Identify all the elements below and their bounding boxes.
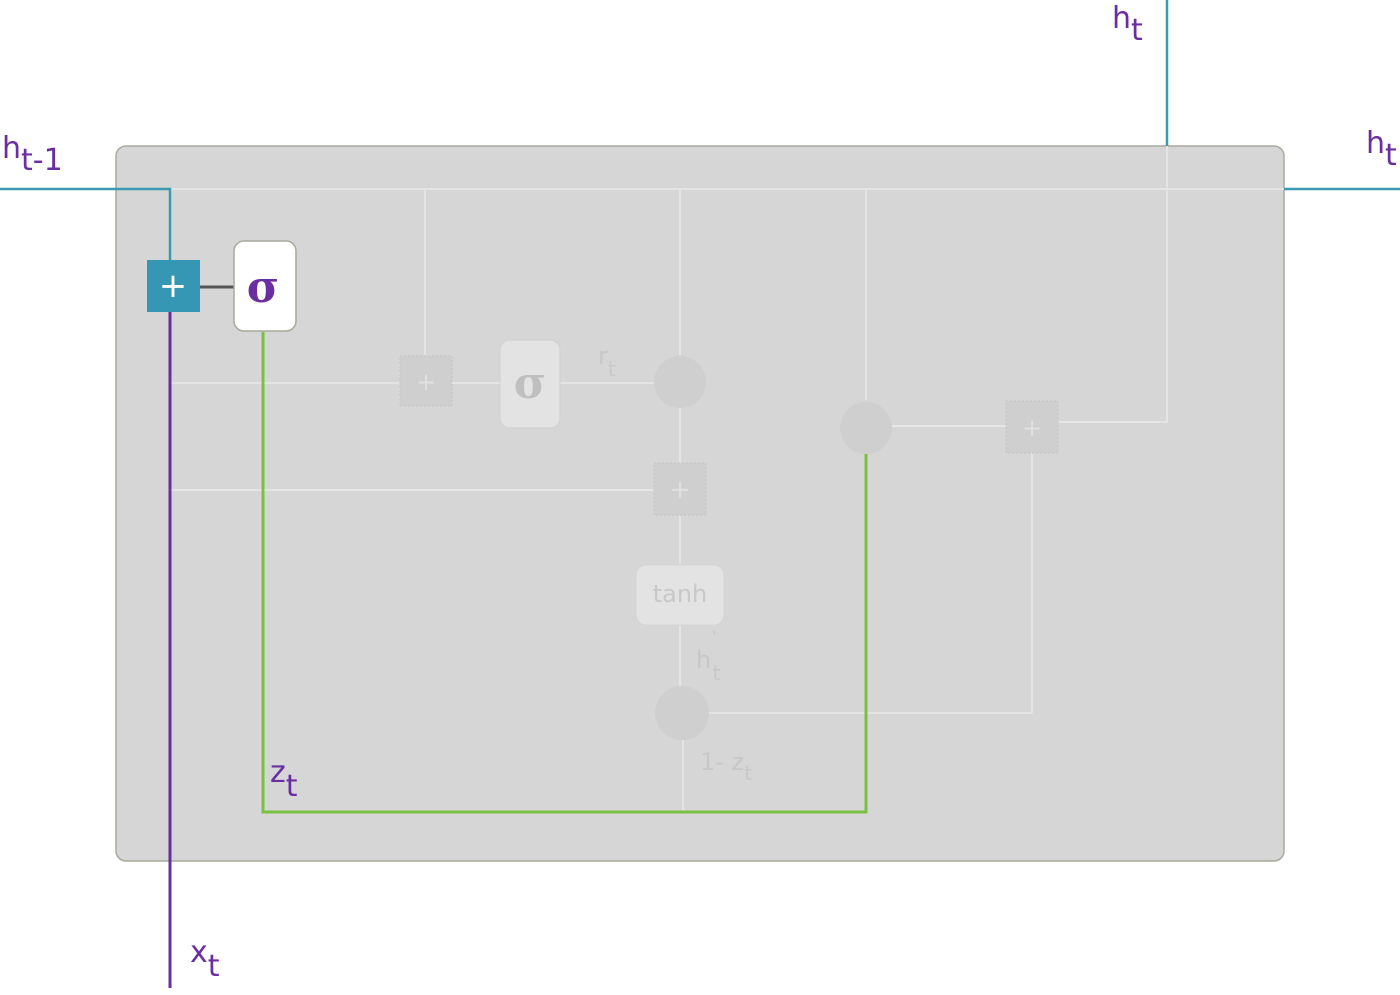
reset-concat-plus-text: + bbox=[416, 368, 436, 396]
h-out-right-label: ht bbox=[1366, 126, 1397, 173]
cand-mult-node bbox=[655, 686, 709, 740]
reset-gate-sigma: σ bbox=[514, 358, 546, 409]
out-plus-text: + bbox=[1022, 414, 1042, 442]
h-out-top-label: ht bbox=[1112, 1, 1143, 48]
x-input-label: xt bbox=[190, 935, 220, 984]
gru-diagram: + σ + tanh + rt h' t 1- zt + σ ht-1 ht h… bbox=[0, 0, 1400, 990]
out-mult-node bbox=[840, 402, 892, 454]
h-prev-label: ht-1 bbox=[2, 131, 63, 178]
update-gate-sigma: σ bbox=[247, 262, 279, 313]
concat-plus-text: + bbox=[159, 266, 188, 306]
reset-mult-node bbox=[654, 356, 706, 408]
cand-plus-text: + bbox=[669, 475, 691, 505]
tanh-label: tanh bbox=[653, 580, 708, 608]
gru-diagram-svg: + σ + tanh + rt h' t 1- zt + σ ht-1 ht h… bbox=[0, 0, 1400, 988]
